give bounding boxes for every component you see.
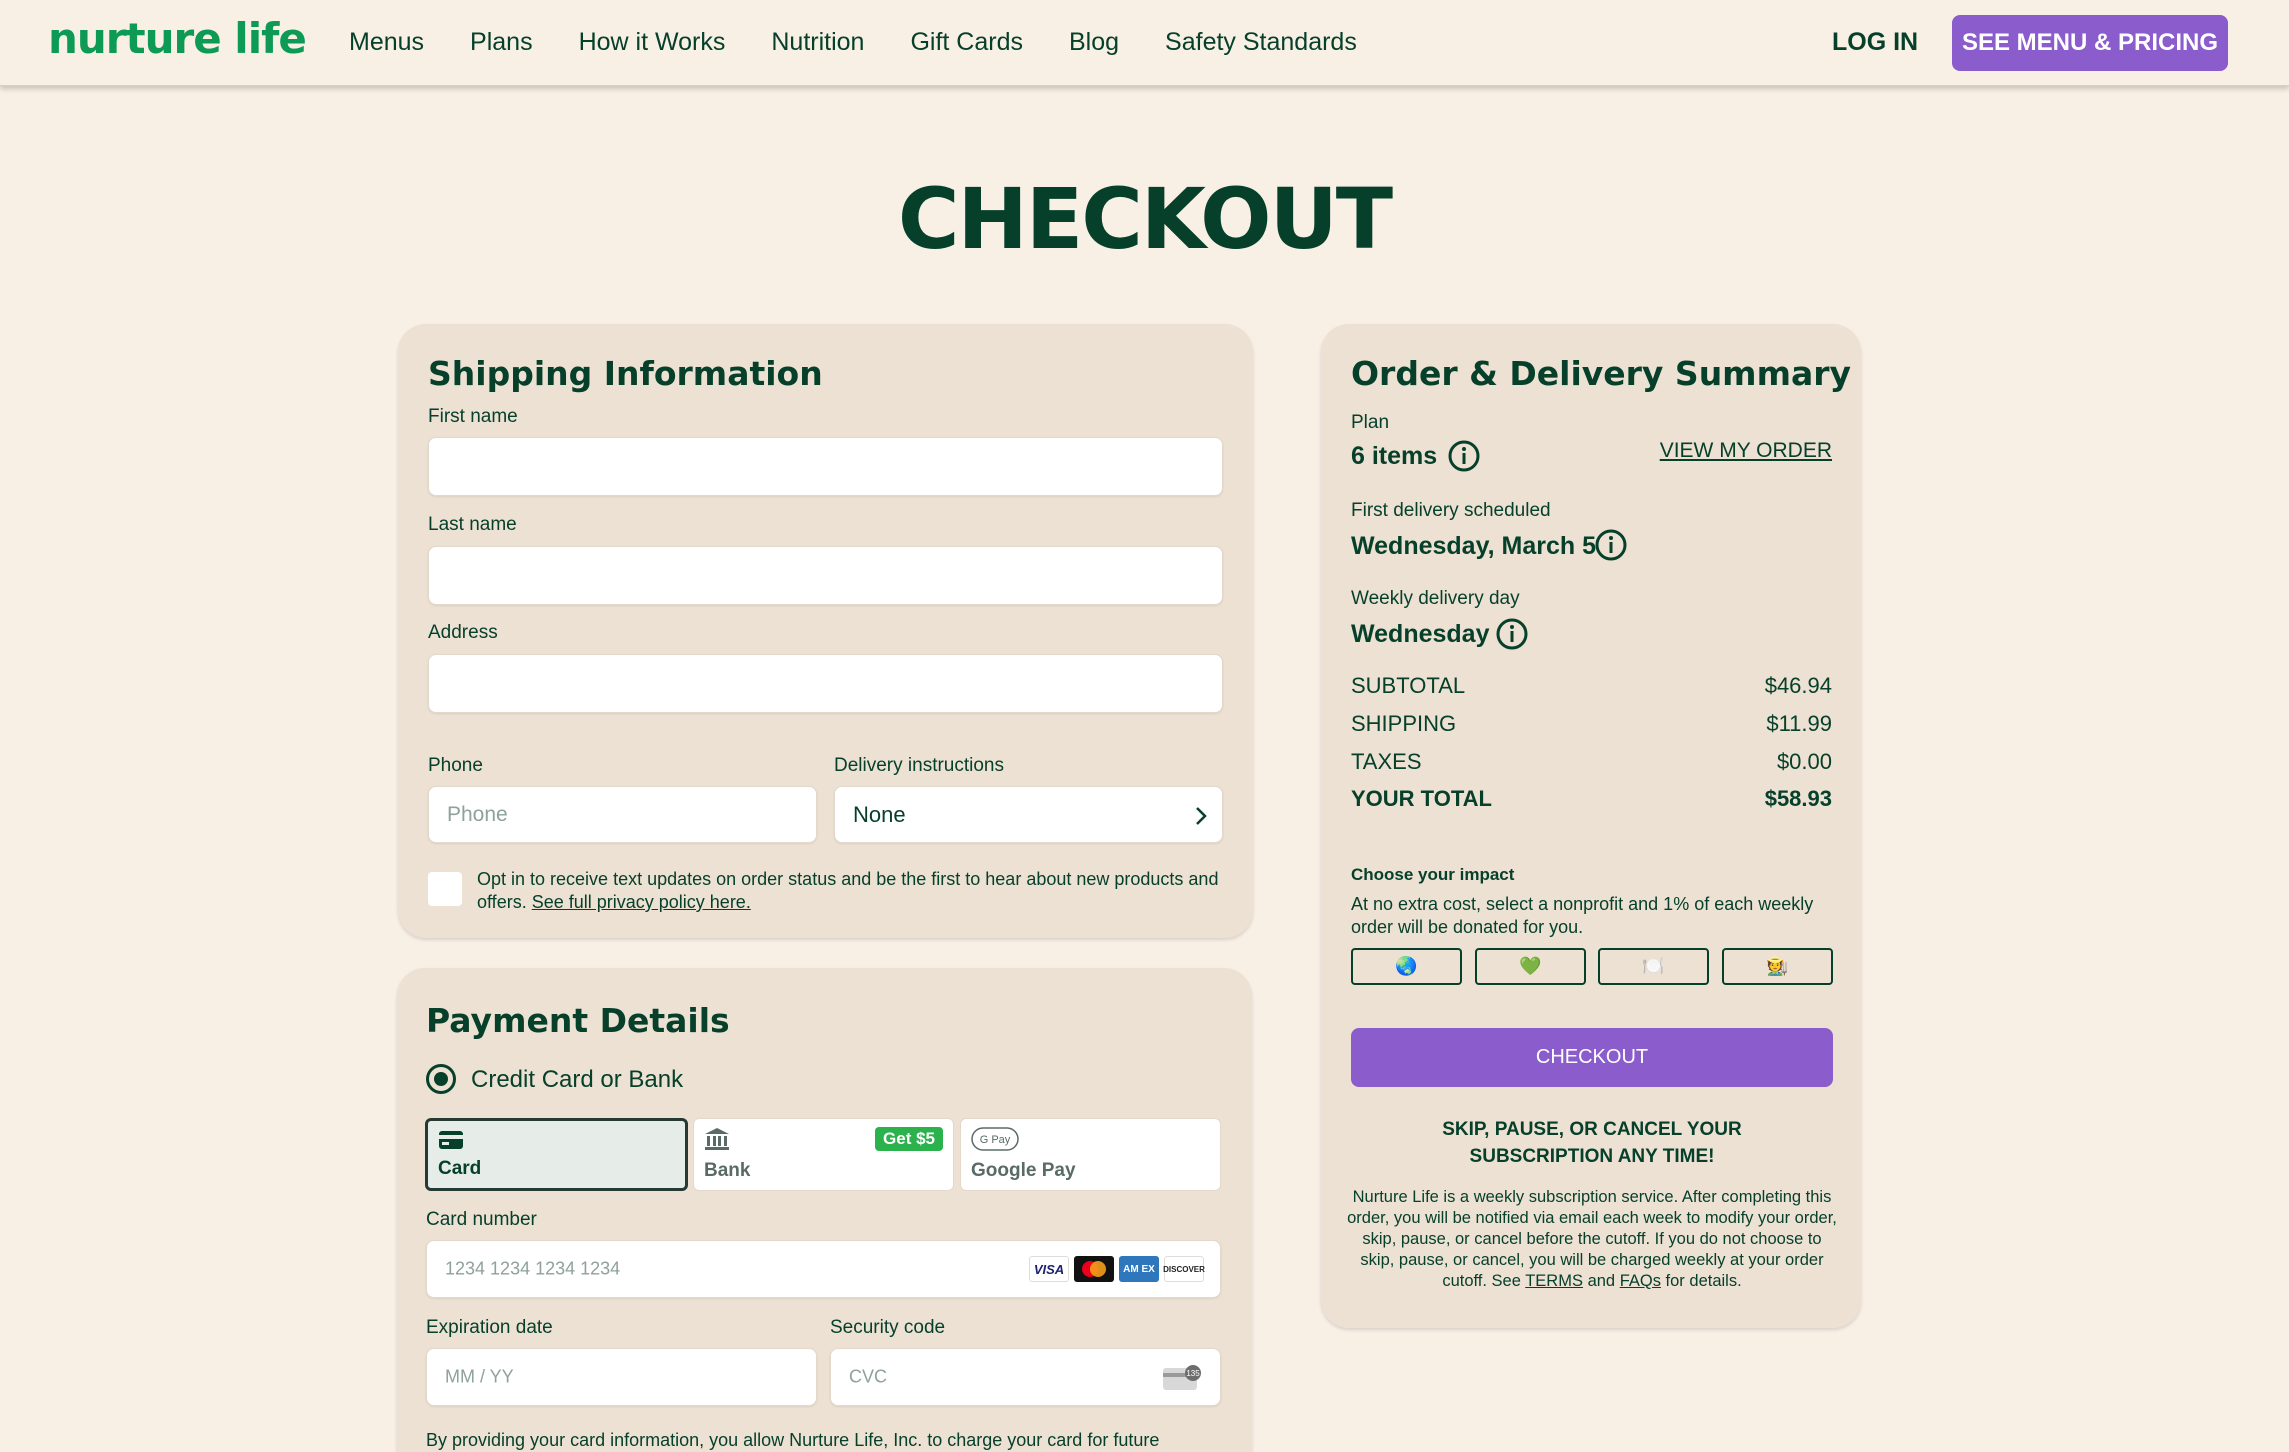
- last-name-label: Last name: [428, 514, 517, 535]
- impact-title: Choose your impact: [1351, 865, 1515, 884]
- card-number-label: Card number: [426, 1209, 537, 1230]
- taxes-row: TAXES $0.00: [1351, 749, 1832, 774]
- payment-title: Payment Details: [426, 1001, 730, 1040]
- weekly-delivery-day-label: Weekly delivery day: [1351, 588, 1520, 609]
- nav-plans[interactable]: Plans: [470, 28, 533, 57]
- amex-logo: AM EX: [1119, 1256, 1159, 1282]
- first-delivery-label: First delivery scheduled: [1351, 500, 1551, 521]
- subscription-legal-text: Nurture Life is a weekly subscription se…: [1347, 1188, 1837, 1290]
- plan-label: Plan: [1351, 412, 1390, 433]
- credit-card-or-bank-label: Credit Card or Bank: [471, 1066, 684, 1093]
- plan-info-icon[interactable]: [1448, 440, 1480, 472]
- address-label: Address: [428, 622, 498, 643]
- first-delivery-value: Wednesday, March 5: [1351, 532, 1596, 560]
- main-nav: Menus Plans How it Works Nutrition Gift …: [349, 28, 1357, 57]
- plan-value: 6 items: [1351, 442, 1438, 470]
- impact-option-heart[interactable]: 💚: [1475, 948, 1586, 985]
- last-name-input[interactable]: [428, 546, 1223, 605]
- delivery-instructions-value: None: [853, 801, 906, 827]
- delivery-instructions-label: Delivery instructions: [834, 755, 1004, 776]
- checkout-button[interactable]: CHECKOUT: [1351, 1028, 1833, 1087]
- svg-text:135: 135: [1186, 1369, 1200, 1378]
- svg-text:G Pay: G Pay: [980, 1134, 1011, 1146]
- login-link[interactable]: LOG IN: [1832, 28, 1918, 57]
- shipping-title: Shipping Information: [428, 354, 823, 393]
- expiration-date-label: Expiration date: [426, 1317, 553, 1338]
- security-code-placeholder: CVC: [849, 1366, 888, 1387]
- security-code-label: Security code: [830, 1317, 946, 1338]
- chevron-right-icon: [1196, 807, 1207, 825]
- google-pay-icon: G Pay: [971, 1127, 1019, 1151]
- view-my-order-link[interactable]: VIEW MY ORDER: [1660, 439, 1832, 463]
- weekly-delivery-day-value: Wednesday: [1351, 620, 1490, 648]
- impact-description: At no extra cost, select a nonprofit and…: [1351, 894, 1814, 937]
- order-summary-card: Order & Delivery Summary: [1321, 324, 1861, 1328]
- phone-input[interactable]: Phone: [428, 786, 817, 843]
- security-code-input[interactable]: CVC 135: [830, 1348, 1221, 1406]
- cvc-card-icon: 135: [1163, 1365, 1201, 1390]
- skip-pause-cancel-message: SKIP, PAUSE, OR CANCEL YOUR SUBSCRIPTION…: [1442, 1119, 1742, 1167]
- card-brands: VISA AM EX DISCOVER: [1029, 1256, 1205, 1282]
- payment-tab-card[interactable]: Card: [425, 1118, 688, 1191]
- shipping-row: SHIPPING $11.99: [1351, 711, 1832, 736]
- expiration-placeholder: MM / YY: [445, 1366, 514, 1387]
- phone-label: Phone: [428, 755, 483, 776]
- sms-optin-text: Opt in to receive text updates on order …: [477, 869, 1219, 912]
- impact-option-meal[interactable]: 🍽️: [1598, 948, 1709, 985]
- credit-card-or-bank-radio[interactable]: [426, 1064, 456, 1094]
- nav-menus[interactable]: Menus: [349, 28, 424, 57]
- payment-tab-google-pay[interactable]: G Pay Google Pay: [960, 1118, 1221, 1191]
- subtotal-row: SUBTOTAL $46.94: [1351, 673, 1832, 698]
- nav-blog[interactable]: Blog: [1069, 28, 1119, 57]
- sms-optin-checkbox[interactable]: [428, 872, 462, 906]
- visa-logo: VISA: [1029, 1256, 1069, 1282]
- nav-how-it-works[interactable]: How it Works: [579, 28, 726, 57]
- see-menu-pricing-button[interactable]: SEE MENU & PRICING: [1952, 15, 2228, 71]
- bank-icon: [705, 1128, 729, 1150]
- discover-logo: DISCOVER: [1163, 1256, 1205, 1282]
- mastercard-logo: [1074, 1256, 1114, 1282]
- expiration-date-input[interactable]: MM / YY: [426, 1348, 817, 1406]
- first-delivery-info-icon[interactable]: [1595, 529, 1627, 561]
- summary-title: Order & Delivery Summary: [1351, 354, 1852, 393]
- payment-tab-bank[interactable]: Get $5 Bank: [693, 1118, 954, 1191]
- card-number-placeholder: 1234 1234 1234 1234: [445, 1258, 621, 1279]
- impact-option-globe[interactable]: 🌏: [1351, 948, 1462, 985]
- nav-safety-standards[interactable]: Safety Standards: [1165, 28, 1357, 57]
- shipping-information-card: Shipping Information: [398, 324, 1253, 938]
- faqs-link[interactable]: FAQs: [1620, 1272, 1661, 1290]
- delivery-instructions-select[interactable]: None: [834, 786, 1223, 843]
- first-name-label: First name: [428, 406, 518, 427]
- address-input[interactable]: [428, 654, 1223, 713]
- privacy-policy-link[interactable]: See full privacy policy here.: [532, 892, 751, 912]
- first-name-input[interactable]: [428, 437, 1223, 496]
- card-number-input[interactable]: 1234 1234 1234 1234 VISA AM EX DISCOVER: [426, 1240, 1221, 1298]
- nav-nutrition[interactable]: Nutrition: [771, 28, 864, 57]
- nurture-life-logo[interactable]: nurture life: [48, 14, 307, 63]
- top-navigation-bar: nurture life Menus Plans How it Works Nu…: [0, 0, 2289, 86]
- weekly-delivery-info-icon[interactable]: [1496, 618, 1528, 650]
- phone-placeholder: Phone: [447, 802, 508, 826]
- card-authorization-disclaimer: By providing your card information, you …: [426, 1430, 1160, 1450]
- terms-link[interactable]: TERMS: [1525, 1272, 1583, 1290]
- total-row: YOUR TOTAL $58.93: [1351, 786, 1832, 811]
- impact-option-farmer[interactable]: 🧑‍🌾: [1722, 948, 1833, 985]
- get-5-badge: Get $5: [875, 1127, 943, 1151]
- card-icon: [439, 1131, 463, 1149]
- nav-gift-cards[interactable]: Gift Cards: [910, 28, 1023, 57]
- page-title: CHECKOUT: [897, 170, 1393, 268]
